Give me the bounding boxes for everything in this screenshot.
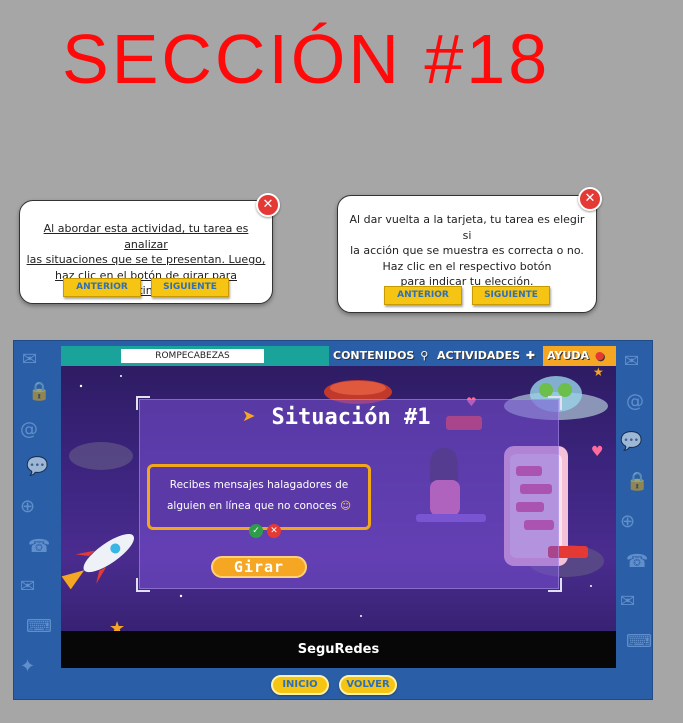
chat-icon: 💬: [620, 431, 643, 452]
tooltip-right-line-3: Haz clic en el respectivo botón: [382, 259, 552, 273]
tooltip-left-line-2: las situaciones que se te presentan. Lue…: [26, 253, 266, 266]
home-button[interactable]: INICIO: [271, 675, 329, 695]
rocket-icon: [61, 533, 135, 590]
emoji-icon: ☺: [340, 500, 352, 512]
x-icon[interactable]: ✕: [267, 524, 281, 538]
card-corner: [548, 396, 562, 410]
flip-button[interactable]: Girar: [211, 556, 307, 578]
back-button[interactable]: VOLVER: [339, 675, 397, 695]
star-decor: [79, 384, 83, 388]
situation-title: Situación #1: [271, 405, 431, 430]
star-decor: [120, 375, 122, 377]
lock-icon: 🔒: [28, 381, 51, 402]
envelope-icon: ✉: [22, 349, 38, 370]
laptop-icon: ⌨: [26, 616, 52, 637]
star-decor: [360, 615, 362, 617]
phone-icon: ☎: [28, 536, 51, 557]
at-icon: @: [626, 391, 644, 412]
alien-icon: [558, 383, 572, 397]
tooltip-left-next-button[interactable]: SIGUIENTE: [151, 278, 229, 297]
star-icon: ★: [593, 365, 604, 379]
tooltip-right-next-button[interactable]: SIGUIENTE: [472, 286, 550, 305]
tooltip-left-prev-button[interactable]: ANTERIOR: [63, 278, 141, 297]
mail-icon: ✉: [20, 576, 36, 597]
close-icon[interactable]: ✕: [578, 187, 602, 211]
laptop-icon: ⌨: [626, 631, 652, 652]
card-corner: [136, 578, 150, 592]
envelope-icon: ✉: [624, 351, 640, 372]
phone-icon: ☎: [626, 551, 649, 572]
tooltip-right-line-1: Al dar vuelta a la tarjeta, tu tarea es …: [349, 213, 585, 242]
bottom-nav: INICIO VOLVER: [271, 675, 397, 695]
tooltip-right: Al dar vuelta a la tarjeta, tu tarea es …: [337, 195, 597, 313]
asteroid-icon: [69, 442, 133, 470]
star-decor: [590, 585, 592, 587]
alien-icon: [539, 383, 553, 397]
at-icon: @: [20, 419, 38, 440]
section-title: SECCIÓN #18: [62, 20, 551, 98]
lock-icon: 🔒: [626, 471, 649, 492]
star-icon: ✦: [20, 656, 36, 677]
bottom-bar: SeguRedes: [61, 631, 616, 668]
star-icon: ★: [109, 618, 125, 631]
app-frame: ✉ 🔒 @ 💬 ⊕ ☎ ✉ ⌨ ✦ ✉ @ 💬 🔒 ⊕ ☎ ✉ ⌨ ROMPEC…: [13, 340, 653, 700]
globe-icon: ⊕: [620, 511, 636, 532]
star-decor: [179, 594, 183, 598]
close-icon[interactable]: ✕: [256, 193, 280, 217]
tooltip-left: Al abordar esta actividad, tu tarea es a…: [19, 200, 273, 304]
question-card: Recibes mensajes halagadores de alguien …: [147, 464, 371, 530]
tooltip-right-prev-button[interactable]: ANTERIOR: [384, 286, 462, 305]
game-stage: ROMPECABEZAS CONTENIDOS ⚲ ACTIVIDADES ✚ …: [61, 346, 616, 668]
sparkle-icon: ➤: [242, 406, 256, 425]
brand-logo: SeguRedes: [297, 642, 380, 657]
planet-icon: [330, 381, 386, 395]
tooltip-right-line-2: la acción que se muestra es correcta o n…: [350, 244, 584, 257]
card-corner: [548, 578, 562, 592]
globe-icon: ⊕: [20, 496, 36, 517]
question-text: Recibes mensajes halagadores de alguien …: [166, 479, 349, 512]
card-corner: [136, 396, 150, 410]
svg-text:♥: ♥: [591, 444, 604, 460]
mail-icon: ✉: [620, 591, 636, 612]
tooltip-left-line-1: Al abordar esta actividad, tu tarea es a…: [43, 222, 249, 251]
chat-icon: 💬: [26, 456, 49, 477]
check-icon[interactable]: ✓: [249, 524, 263, 538]
